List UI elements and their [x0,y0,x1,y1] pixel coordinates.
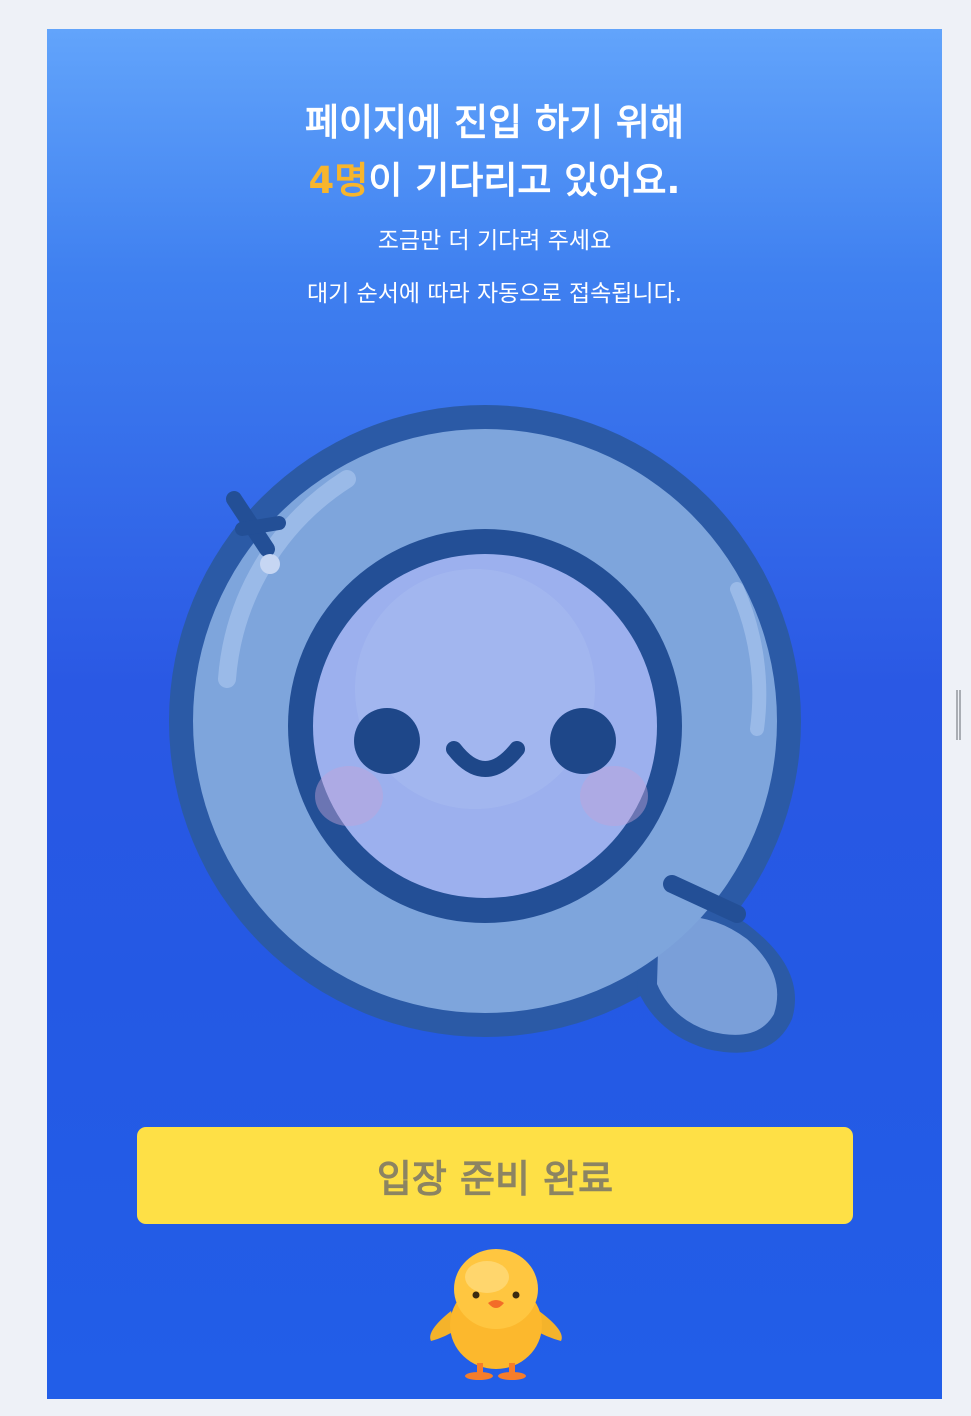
yellow-chick-icon [430,1249,562,1380]
queue-headline-suffix: 이 기다리고 있어요. [368,159,681,202]
queue-panel: 페이지에 진입 하기 위해 4명이 기다리고 있어요. 조금만 더 기다려 주세… [47,29,942,1399]
waiting-count: 4명 [308,159,369,202]
queue-subtitle: 조금만 더 기다려 주세요 [377,228,612,254]
q-smiley-mascot-icon [169,405,801,1053]
enter-ready-button[interactable]: 입장 준비 완료 [137,1127,853,1224]
resize-handle[interactable] [956,690,961,740]
queue-notice: 대기 순서에 따라 자동으로 접속됩니다. [306,281,683,307]
queue-headline-line1: 페이지에 진입 하기 위해 [304,101,685,144]
queue-headline-line2: 4명이 기다리고 있어요. [47,162,942,199]
